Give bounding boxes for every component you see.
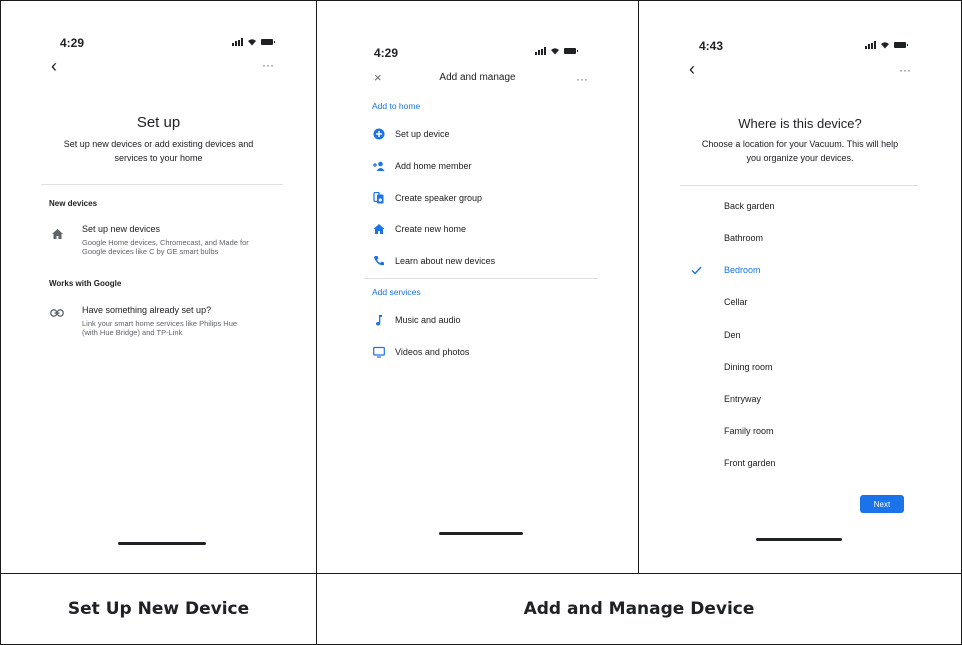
home-icon	[52, 229, 63, 239]
page-title: Set up	[136, 114, 181, 131]
divider	[680, 185, 918, 186]
checkmark-icon	[691, 266, 702, 275]
caption-set-up-new-device: Set Up New Device	[67, 598, 250, 619]
page-subtitle-1: Choose a location for your Vacuum. This …	[701, 139, 899, 149]
plus-circle-icon	[373, 128, 385, 140]
setup-screen: 4:29 ‹ ··· Set up Set up new devices or …	[1, 1, 316, 573]
works-item-desc-2: (with Hue Bridge) and TP-Link	[82, 328, 183, 337]
divider	[41, 184, 283, 185]
status-icons	[535, 47, 578, 55]
menu-item-add-home-member[interactable]: Add home member	[317, 158, 638, 174]
add-and-manage-screen: 4:29 × Add and manage ··· Add to home Se…	[317, 1, 638, 573]
works-with-google-heading: Works with Google	[49, 279, 122, 288]
works-item-desc-1: Link your smart home services like Phili…	[82, 319, 238, 328]
setup-item-desc-2: Google devices like C by GE smart bulbs	[82, 247, 219, 256]
room-option-bathroom[interactable]: Bathroom	[724, 233, 763, 243]
menu-item-label: Create new home	[395, 224, 467, 234]
menu-item-label: Set up device	[395, 129, 450, 139]
battery-icon	[894, 42, 908, 48]
room-option-den[interactable]: Den	[724, 330, 741, 340]
room-option-bedroom[interactable]: Bedroom	[724, 265, 761, 275]
status-time: 4:29	[374, 46, 399, 60]
back-arrow-icon[interactable]: ‹	[689, 60, 695, 78]
status-icons	[232, 38, 275, 46]
battery-icon	[564, 48, 578, 54]
room-option-family-room[interactable]: Family room	[724, 426, 774, 436]
next-button[interactable]: Next	[860, 495, 904, 513]
menu-item-videos-and-photos[interactable]: Videos and photos	[317, 344, 638, 360]
link-icon	[50, 309, 64, 317]
back-arrow-icon[interactable]: ‹	[51, 57, 57, 75]
phone-icon	[374, 256, 384, 266]
page-subtitle-2: you organize your devices.	[746, 153, 854, 163]
more-icon[interactable]: ···	[899, 64, 911, 76]
music-note-icon	[376, 315, 382, 326]
menu-item-label: Videos and photos	[395, 347, 470, 357]
home-indicator[interactable]	[118, 542, 206, 545]
tv-icon	[373, 346, 385, 358]
room-option-back-garden[interactable]: Back garden	[724, 201, 775, 211]
page-subtitle-2: services to your home	[114, 153, 203, 163]
menu-item-create-new-home[interactable]: Create new home	[317, 221, 638, 237]
more-icon[interactable]: ···	[576, 73, 588, 85]
signal-icon	[232, 38, 243, 46]
wifi-icon	[551, 48, 559, 55]
setup-item-desc-1: Google Home devices, Chromecast, and Mad…	[82, 238, 249, 247]
signal-icon	[535, 47, 546, 55]
divider	[364, 278, 598, 279]
menu-item-label: Add home member	[395, 161, 472, 171]
home-icon	[373, 224, 385, 234]
menu-item-create-speaker-group[interactable]: Create speaker group	[317, 190, 638, 206]
speaker-group-icon	[373, 192, 384, 204]
status-time: 4:43	[699, 39, 724, 53]
room-option-cellar[interactable]: Cellar	[724, 297, 748, 307]
where-is-device-screen: 4:43 ‹ ··· Where is this device? Choose …	[639, 1, 961, 573]
wifi-icon	[881, 42, 889, 49]
room-option-dining-room[interactable]: Dining room	[724, 362, 773, 372]
setup-item-title: Set up new devices	[82, 224, 161, 234]
menu-item-set-up-device[interactable]: Set up device	[317, 126, 638, 142]
battery-icon	[261, 39, 275, 45]
works-item-title: Have something already set up?	[82, 305, 212, 315]
menu-item-label: Music and audio	[395, 315, 461, 325]
new-devices-heading: New devices	[49, 199, 98, 208]
caption-add-and-manage-device: Add and Manage Device	[523, 598, 755, 619]
room-option-front-garden[interactable]: Front garden	[724, 458, 776, 468]
status-icons	[865, 41, 908, 49]
room-option-entryway[interactable]: Entryway	[724, 394, 761, 404]
add-to-home-heading: Add to home	[372, 101, 421, 111]
signal-icon	[865, 41, 876, 49]
add-services-heading: Add services	[372, 287, 421, 297]
home-indicator[interactable]	[756, 538, 842, 541]
more-icon[interactable]: ···	[262, 59, 274, 71]
page-title: Where is this device?	[738, 116, 862, 131]
status-time: 4:29	[60, 36, 85, 50]
menu-item-label: Learn about new devices	[395, 256, 496, 266]
menu-item-label: Create speaker group	[395, 193, 483, 203]
page-subtitle-1: Set up new devices or add existing devic…	[63, 139, 254, 149]
menu-item-learn-about-new-devices[interactable]: Learn about new devices	[317, 253, 638, 269]
wifi-icon	[248, 39, 256, 46]
menu-item-music-and-audio[interactable]: Music and audio	[317, 312, 638, 328]
add-person-icon	[373, 161, 385, 171]
home-indicator[interactable]	[439, 532, 523, 535]
screen-title: Add and manage	[439, 72, 516, 83]
